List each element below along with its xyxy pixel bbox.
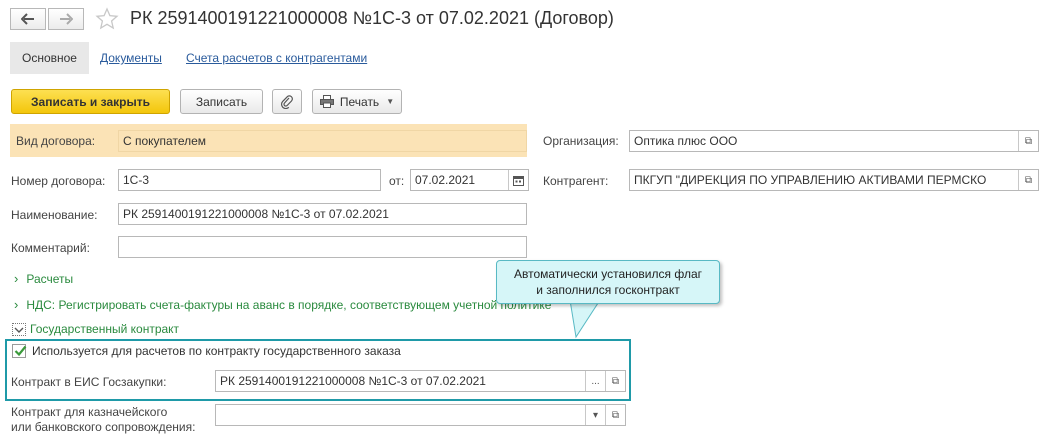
ellipsis-icon[interactable]: ... [585,371,605,391]
eis-contract-field[interactable]: РК 2591400191221000008 №1С-3 от 07.02.20… [215,370,626,392]
tooltip-callout: Автоматически установился флаг и заполни… [496,260,720,304]
tooltip-pointer [569,300,601,339]
comment-input[interactable] [118,236,527,258]
dropdown-arrow-icon[interactable]: ▾ [585,405,605,425]
print-button[interactable]: Печать ▼ [312,89,402,114]
chevron-down-icon [12,323,26,337]
open-icon[interactable]: ⧉ [605,405,625,425]
contract-number-value: 1С-3 [123,173,150,187]
section-gov-contract[interactable]: Государственный контракт [12,322,180,337]
arrow-left-icon [21,13,34,25]
forward-button[interactable] [48,8,84,30]
calendar-icon[interactable] [508,170,528,190]
chevron-right-icon: › [14,297,19,312]
chevron-right-icon: › [14,271,19,286]
paperclip-icon [280,94,293,109]
page-title: РК 2591400191221000008 №1С-3 от 07.02.20… [130,8,614,28]
organization-label: Организация: [543,134,619,148]
date-label: от: [389,174,405,188]
organization-value: Оптика плюс ООО [634,134,738,148]
arrow-right-icon [60,13,73,25]
treasury-contract-label-line2: или банковского сопровождения: [11,420,196,434]
section-gov-contract-label: Государственный контракт [30,322,180,336]
tab-settlement-accounts[interactable]: Счета расчетов с контрагентами [186,51,367,65]
gov-order-checkbox[interactable] [12,344,27,358]
name-label: Наименование: [11,208,98,222]
attach-button[interactable] [272,89,302,114]
printer-icon [319,95,334,108]
counterparty-label: Контрагент: [543,174,609,188]
section-vat-label: НДС: Регистрировать счета-фактуры на ава… [26,298,552,312]
section-vat[interactable]: › НДС: Регистрировать счета-фактуры на ав… [14,297,551,312]
date-value: 07.02.2021 [415,173,476,187]
checkmark-icon [14,345,27,357]
contract-type-value: С покупателем [123,134,207,148]
open-icon[interactable]: ⧉ [605,371,625,391]
save-and-close-button[interactable]: Записать и закрыть [11,89,170,114]
open-icon[interactable]: ⧉ [1018,170,1038,190]
tab-main[interactable]: Основное [10,42,89,74]
tooltip-line1: Автоматически установился флаг [514,267,702,281]
treasury-contract-field[interactable]: ▾ ⧉ [215,404,626,426]
gov-order-checkbox-row[interactable]: Используется для расчетов по контракту г… [12,344,401,358]
eis-contract-value: РК 2591400191221000008 №1С-3 от 07.02.20… [220,374,486,388]
dropdown-arrow-icon: ▼ [386,97,395,106]
contract-type-field[interactable]: С покупателем [118,130,527,152]
print-button-label: Печать [339,94,380,109]
comment-label: Комментарий: [11,241,90,255]
back-button[interactable] [10,8,46,30]
gov-order-checkbox-label: Используется для расчетов по контракту г… [32,344,401,358]
counterparty-field[interactable]: ПКГУП "ДИРЕКЦИЯ ПО УПРАВЛЕНИЮ АКТИВАМИ П… [629,169,1039,191]
contract-number-label: Номер договора: [11,174,106,188]
contract-number-input[interactable]: 1С-3 [118,169,381,191]
open-icon[interactable]: ⧉ [1018,131,1038,151]
counterparty-value: ПКГУП "ДИРЕКЦИЯ ПО УПРАВЛЕНИЮ АКТИВАМИ П… [634,173,987,187]
favorite-star-icon[interactable] [95,7,119,34]
tab-documents[interactable]: Документы [100,51,162,65]
name-value: РК 2591400191221000008 №1С-3 от 07.02.20… [123,207,389,221]
tooltip-line2: и заполнился госконтракт [536,283,680,297]
save-button[interactable]: Записать [180,89,263,114]
section-settlements-label: Расчеты [26,272,74,286]
eis-contract-label: Контракт в ЕИС Госзакупки: [11,375,167,389]
organization-field[interactable]: Оптика плюс ООО ⧉ [629,130,1039,152]
section-settlements[interactable]: › Расчеты [14,271,73,286]
tab-main-label: Основное [22,51,77,65]
treasury-contract-label-line1: Контракт для казначейского [11,405,168,419]
name-input[interactable]: РК 2591400191221000008 №1С-3 от 07.02.20… [118,203,527,225]
treasury-contract-label: Контракт для казначейского или банковско… [11,405,195,435]
date-input[interactable]: 07.02.2021 [410,169,529,191]
contract-type-label: Вид договора: [16,134,96,148]
